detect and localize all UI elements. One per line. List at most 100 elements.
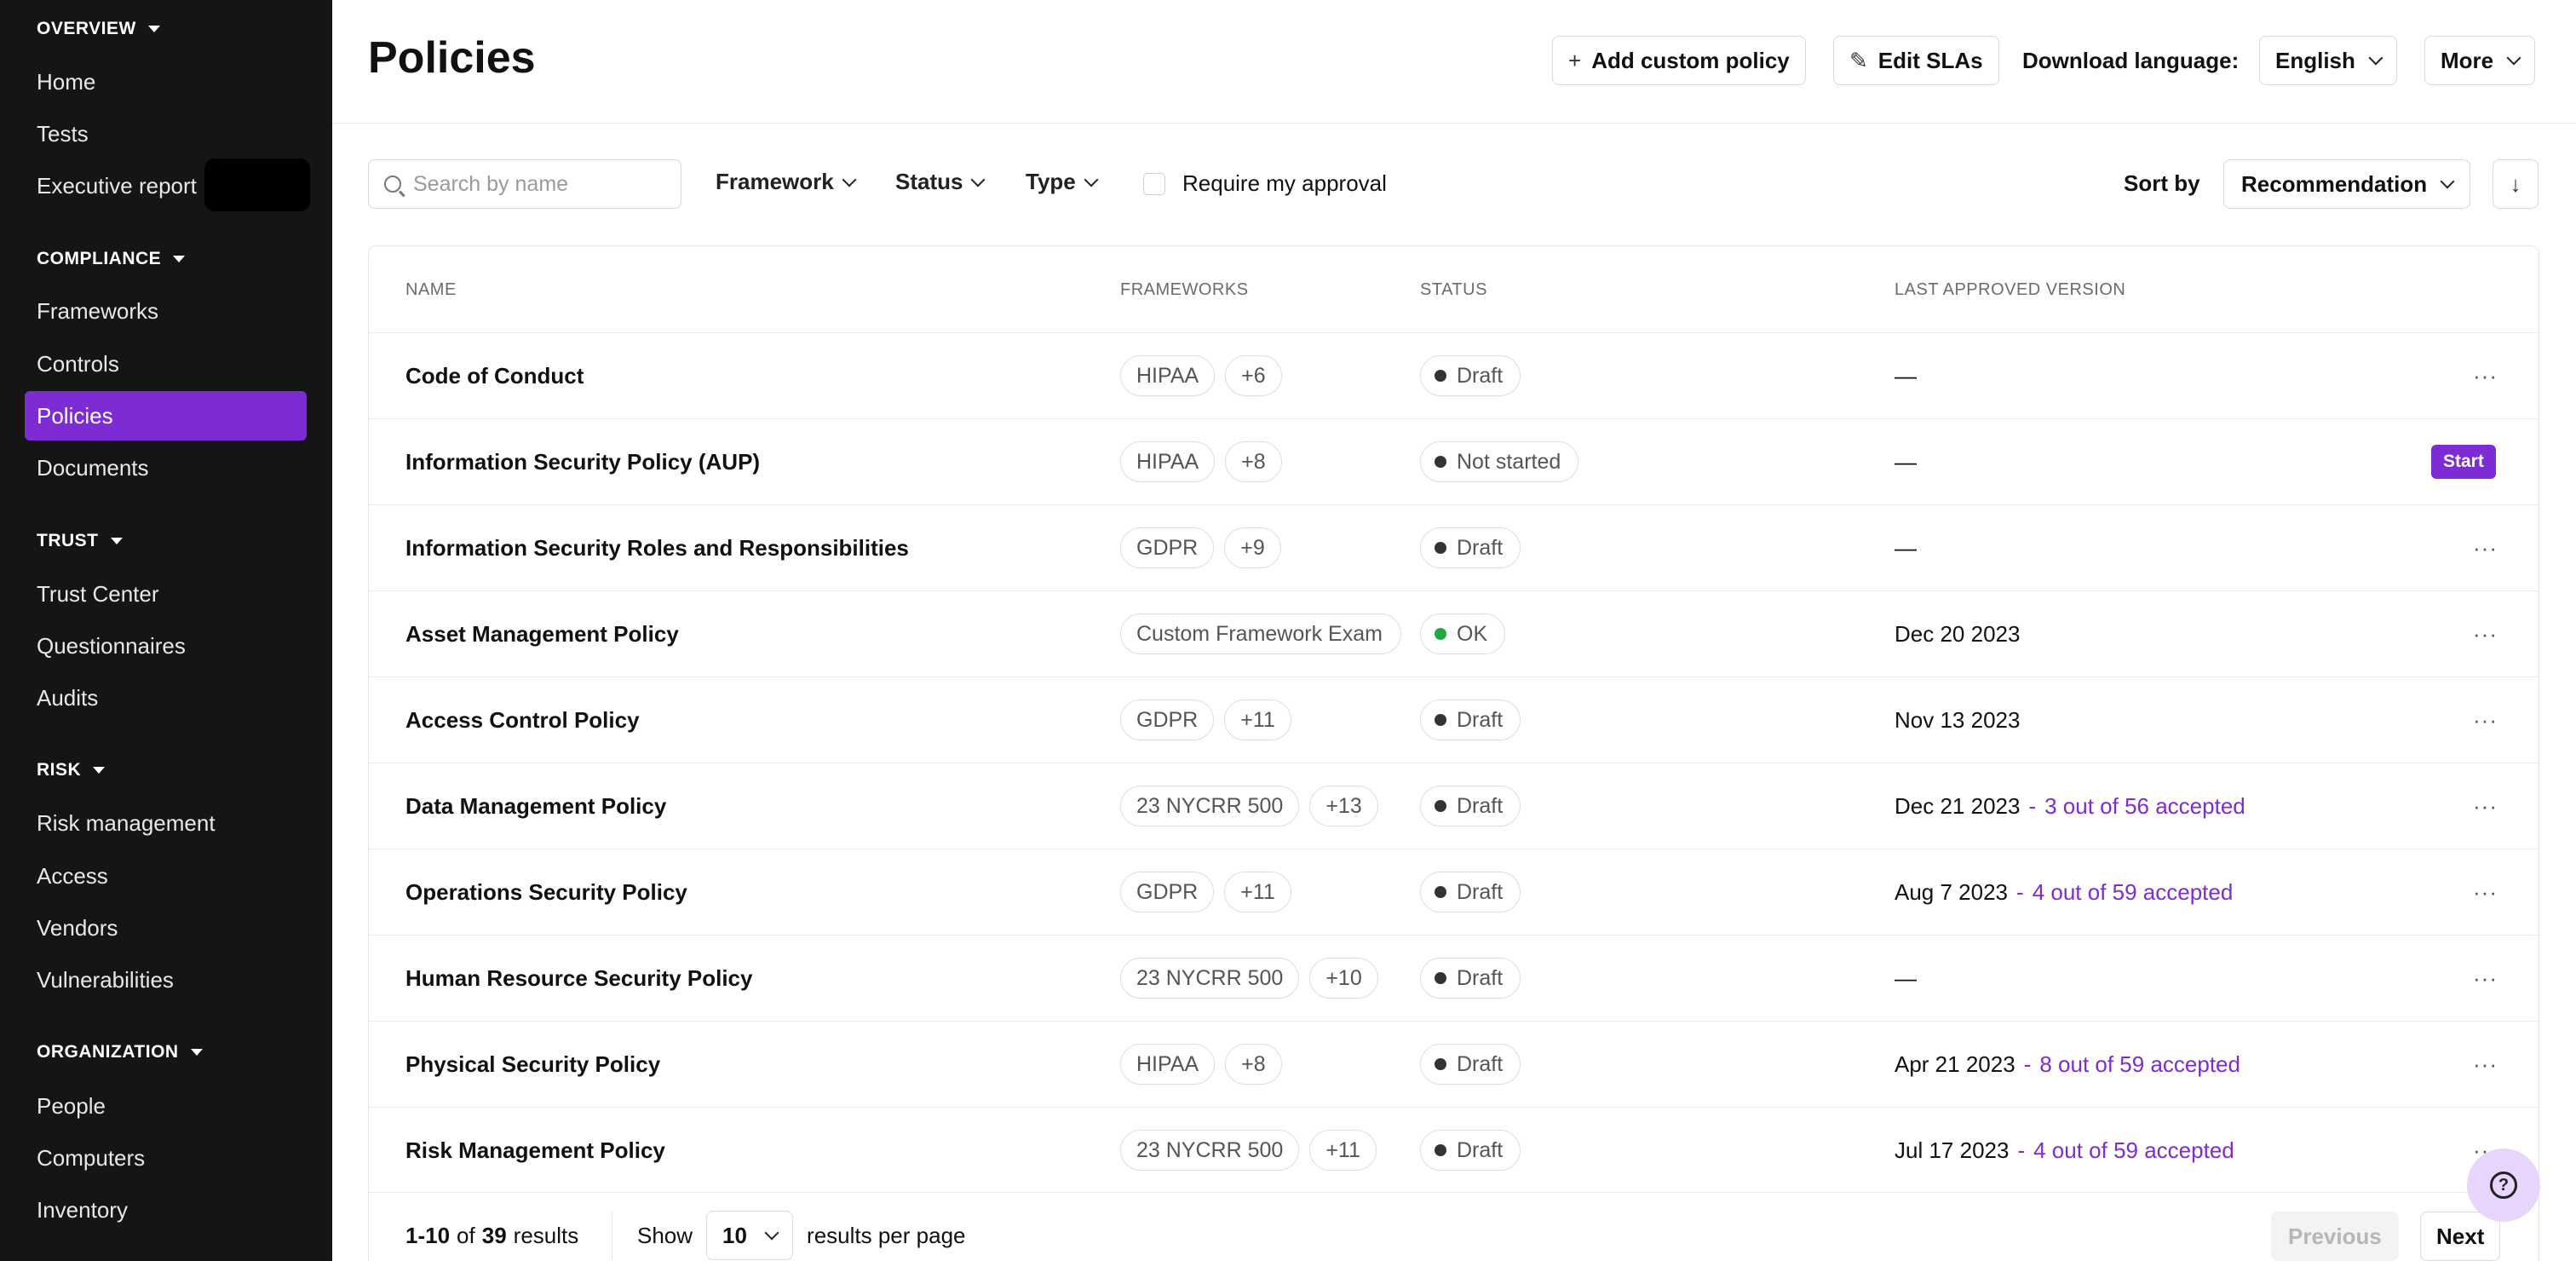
table-row[interactable]: Information Security Policy (AUP) HIPAA …	[369, 418, 2539, 504]
column-header-frameworks[interactable]: FRAMEWORKS	[1120, 280, 1249, 300]
start-button[interactable]: Start	[2431, 445, 2496, 479]
table-row[interactable]: Human Resource Security Policy 23 NYCRR …	[369, 935, 2539, 1021]
framework-more-chip[interactable]: +9	[1224, 527, 1281, 568]
framework-more-chip[interactable]: +11	[1224, 700, 1291, 740]
table-row[interactable]: Risk Management Policy 23 NYCRR 500 +11 …	[369, 1107, 2539, 1193]
more-options-icon[interactable]: ···	[2473, 505, 2498, 590]
chevron-down-icon	[1084, 172, 1099, 187]
last-approved-version: Dec 20 2023	[1895, 620, 2021, 647]
framework-more-chip[interactable]: +13	[1309, 786, 1378, 826]
framework-filter[interactable]: Framework	[716, 169, 857, 195]
table-row[interactable]: Operations Security Policy GDPR +11 Draf…	[369, 849, 2539, 935]
section-organization[interactable]: ORGANIZATION	[37, 1042, 203, 1062]
framework-more-chip[interactable]: +8	[1225, 1044, 1282, 1085]
framework-more-chip[interactable]: +10	[1309, 958, 1378, 999]
policy-name[interactable]: Data Management Policy	[405, 763, 666, 849]
sidebar-item-home[interactable]: Home	[25, 57, 307, 107]
accepted-link[interactable]: 3 out of 56 accepted	[2044, 793, 2245, 820]
policy-name[interactable]: Information Security Roles and Responsib…	[405, 505, 909, 590]
next-button[interactable]: Next	[2420, 1212, 2501, 1261]
sort-select[interactable]: Recommendation	[2223, 159, 2470, 209]
sidebar-item-vendors[interactable]: Vendors	[25, 903, 307, 953]
policy-name[interactable]: Physical Security Policy	[405, 1022, 660, 1107]
column-header-status[interactable]: STATUS	[1420, 280, 1487, 300]
sidebar-item-computers[interactable]: Computers	[25, 1133, 307, 1183]
accepted-link[interactable]: 4 out of 59 accepted	[2033, 1137, 2234, 1164]
table-row[interactable]: Access Control Policy GDPR +11 Draft Nov…	[369, 677, 2539, 763]
section-compliance[interactable]: COMPLIANCE	[37, 249, 186, 269]
more-options-icon[interactable]: ···	[2473, 591, 2498, 677]
policy-name[interactable]: Operations Security Policy	[405, 849, 687, 935]
more-options-icon[interactable]: ···	[2473, 1022, 2498, 1107]
table-row[interactable]: Information Security Roles and Responsib…	[369, 504, 2539, 590]
policy-name[interactable]: Risk Management Policy	[405, 1108, 665, 1193]
sort-direction-button[interactable]: ↓	[2493, 159, 2539, 209]
add-custom-policy-button[interactable]: + Add custom policy	[1552, 36, 1806, 85]
sidebar-item-documents[interactable]: Documents	[25, 443, 307, 492]
status-dot-icon	[1435, 456, 1446, 468]
framework-more-chip[interactable]: +8	[1225, 441, 1282, 482]
sidebar-item-people[interactable]: People	[25, 1081, 307, 1131]
more-options-icon[interactable]: ···	[2473, 936, 2498, 1021]
require-approval-checkbox[interactable]	[1143, 173, 1165, 195]
search-box[interactable]	[368, 159, 681, 209]
more-button[interactable]: More	[2424, 36, 2536, 85]
column-header-name[interactable]: NAME	[405, 280, 457, 300]
sidebar-item-frameworks[interactable]: Frameworks	[25, 286, 307, 336]
framework-chip: GDPR	[1120, 872, 1215, 913]
table-row[interactable]: Asset Management Policy Custom Framework…	[369, 590, 2539, 677]
policy-name[interactable]: Code of Conduct	[405, 333, 584, 418]
sidebar-item-executive-report[interactable]: Executive report	[25, 161, 307, 210]
sidebar-item-inventory[interactable]: Inventory	[25, 1185, 307, 1235]
status-dot-icon	[1435, 714, 1446, 726]
sidebar-item-policies[interactable]: Policies	[25, 391, 307, 440]
arrow-down-icon: ↓	[2510, 170, 2521, 197]
more-options-icon[interactable]: ···	[2473, 763, 2498, 849]
section-overview[interactable]: OVERVIEW	[37, 19, 160, 39]
accepted-link[interactable]: 8 out of 59 accepted	[2039, 1051, 2240, 1078]
table-row[interactable]: Data Management Policy 23 NYCRR 500 +13 …	[369, 763, 2539, 849]
column-header-last-approved[interactable]: LAST APPROVED VERSION	[1895, 280, 2125, 300]
more-options-icon[interactable]: ···	[2473, 849, 2498, 935]
previous-button[interactable]: Previous	[2271, 1212, 2399, 1261]
policy-name[interactable]: Access Control Policy	[405, 677, 640, 763]
status-dot-icon	[1435, 886, 1446, 898]
help-button[interactable]: ?	[2467, 1149, 2540, 1222]
framework-more-chip[interactable]: +11	[1224, 872, 1291, 913]
status-dot-icon	[1435, 370, 1446, 382]
plus-icon: +	[1568, 47, 1582, 73]
policy-name[interactable]: Human Resource Security Policy	[405, 936, 752, 1021]
more-options-icon[interactable]: ···	[2473, 677, 2498, 763]
framework-more-chip[interactable]: +11	[1309, 1130, 1377, 1171]
table-row[interactable]: Physical Security Policy HIPAA +8 Draft …	[369, 1021, 2539, 1107]
status-dot-icon	[1435, 1144, 1446, 1156]
search-input[interactable]	[413, 171, 669, 197]
sidebar-item-vulnerabilities[interactable]: Vulnerabilities	[25, 955, 307, 1005]
sidebar-item-trust-center[interactable]: Trust Center	[25, 569, 307, 619]
more-options-icon[interactable]: ···	[2473, 333, 2498, 418]
table-row[interactable]: Code of Conduct HIPAA +6 Draft — ···	[369, 332, 2539, 418]
status-badge: Draft	[1420, 786, 1521, 826]
section-trust[interactable]: TRUST	[37, 531, 123, 551]
sidebar-item-risk-management[interactable]: Risk management	[25, 798, 307, 848]
section-risk[interactable]: RISK	[37, 760, 106, 780]
separator: -	[2028, 792, 2037, 819]
sidebar-item-questionnaires[interactable]: Questionnaires	[25, 621, 307, 671]
edit-slas-button[interactable]: ✎ Edit SLAs	[1833, 36, 1999, 85]
status-badge: Draft	[1420, 1130, 1521, 1171]
policy-name[interactable]: Information Security Policy (AUP)	[405, 419, 760, 504]
accepted-link[interactable]: 4 out of 59 accepted	[2033, 879, 2234, 906]
require-approval-label[interactable]: Require my approval	[1182, 170, 1387, 197]
header-divider	[332, 123, 2576, 124]
sidebar-item-audits[interactable]: Audits	[25, 673, 307, 723]
chevron-down-icon	[2506, 50, 2521, 66]
sidebar-item-tests[interactable]: Tests	[25, 109, 307, 158]
sidebar-item-controls[interactable]: Controls	[25, 339, 307, 389]
per-page-select[interactable]: 10	[706, 1211, 794, 1260]
status-filter[interactable]: Status	[895, 169, 986, 195]
framework-more-chip[interactable]: +6	[1225, 355, 1282, 396]
language-select[interactable]: English	[2259, 36, 2397, 85]
type-filter[interactable]: Type	[1026, 169, 1099, 195]
policy-name[interactable]: Asset Management Policy	[405, 591, 679, 677]
sidebar-item-access[interactable]: Access	[25, 851, 307, 901]
